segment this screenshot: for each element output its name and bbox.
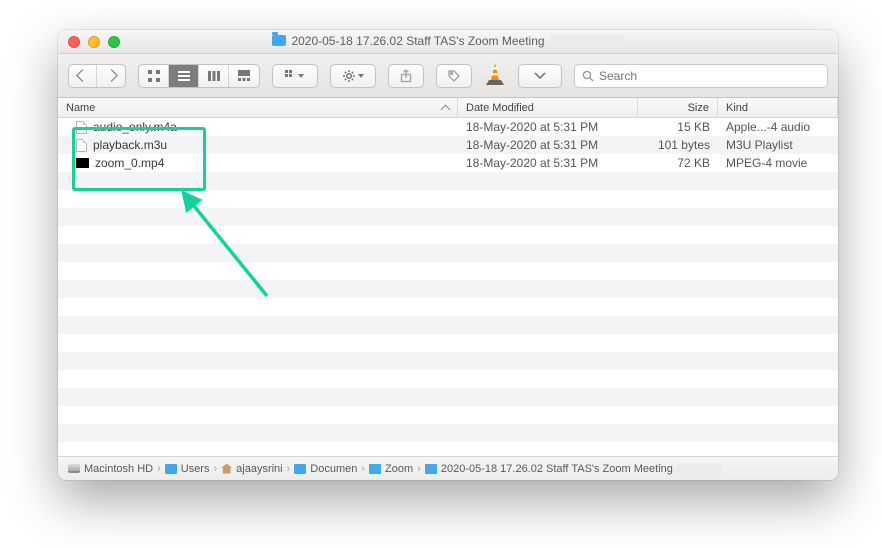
file-name: audio_only.m4a xyxy=(93,120,177,134)
column-name-header[interactable]: Name xyxy=(58,98,458,117)
audio-file-icon xyxy=(76,121,87,134)
empty-stripes xyxy=(58,172,838,456)
finder-window: 2020-05-18 17.26.02 Staff TAS's Zoom Mee… xyxy=(58,30,838,480)
search-field[interactable] xyxy=(574,64,828,88)
folder-icon xyxy=(425,464,437,474)
nav-back-forward xyxy=(68,64,126,88)
share-button[interactable] xyxy=(388,64,424,88)
dropdown-button[interactable] xyxy=(518,64,562,88)
folder-icon xyxy=(165,464,177,474)
file-row[interactable]: playback.m3u 18-May-2020 at 5:31 PM 101 … xyxy=(58,136,838,154)
home-icon xyxy=(221,464,232,474)
file-list[interactable]: audio_only.m4a 18-May-2020 at 5:31 PM 15… xyxy=(58,118,838,456)
file-date: 18-May-2020 at 5:31 PM xyxy=(458,138,638,152)
file-size: 72 KB xyxy=(638,156,718,170)
icon-view-button[interactable] xyxy=(139,65,169,87)
file-row[interactable]: audio_only.m4a 18-May-2020 at 5:31 PM 15… xyxy=(58,118,838,136)
back-button[interactable] xyxy=(69,65,97,87)
forward-button[interactable] xyxy=(97,65,125,87)
folder-icon xyxy=(369,464,381,474)
path-item-documents[interactable]: Documen xyxy=(294,463,357,475)
disk-icon xyxy=(68,464,80,473)
titlebar: 2020-05-18 17.26.02 Staff TAS's Zoom Mee… xyxy=(58,30,838,54)
window-title: 2020-05-18 17.26.02 Staff TAS's Zoom Mee… xyxy=(291,34,544,48)
sort-ascending-icon xyxy=(441,105,451,115)
file-kind: Apple...-4 audio xyxy=(718,120,838,134)
file-date: 18-May-2020 at 5:31 PM xyxy=(458,120,638,134)
column-view-button[interactable] xyxy=(199,65,229,87)
path-item-disk[interactable]: Macintosh HD xyxy=(68,463,153,475)
column-kind-header[interactable]: Kind xyxy=(718,98,838,117)
gallery-view-button[interactable] xyxy=(229,65,259,87)
close-window-button[interactable] xyxy=(68,36,80,48)
folder-icon xyxy=(294,464,306,474)
file-size: 15 KB xyxy=(638,120,718,134)
file-row[interactable]: zoom_0.mp4 18-May-2020 at 5:31 PM 72 KB … xyxy=(58,154,838,172)
minimize-window-button[interactable] xyxy=(88,36,100,48)
redacted-region xyxy=(550,34,624,48)
file-name: zoom_0.mp4 xyxy=(95,156,164,170)
path-item-home[interactable]: ajaaysrini xyxy=(221,463,282,475)
vlc-icon xyxy=(484,61,506,90)
path-bar: Macintosh HD › Users › ajaaysrini › Docu… xyxy=(58,456,838,480)
file-date: 18-May-2020 at 5:31 PM xyxy=(458,156,638,170)
tags-button[interactable] xyxy=(436,64,472,88)
arrange-button[interactable] xyxy=(272,64,318,88)
file-kind: MPEG-4 movie xyxy=(718,156,838,170)
column-headers: Name Date Modified Size Kind xyxy=(58,98,838,118)
toolbar xyxy=(58,54,838,98)
playlist-file-icon xyxy=(76,139,87,152)
search-input[interactable] xyxy=(599,69,820,83)
view-mode-segmented xyxy=(138,64,260,88)
action-button[interactable] xyxy=(330,64,376,88)
path-item-zoom[interactable]: Zoom xyxy=(369,463,413,475)
search-icon xyxy=(582,70,594,82)
column-date-header[interactable]: Date Modified xyxy=(458,98,638,117)
folder-icon xyxy=(272,35,286,46)
file-kind: M3U Playlist xyxy=(718,138,838,152)
path-item-users[interactable]: Users xyxy=(165,463,210,475)
path-item-current[interactable]: 2020-05-18 17.26.02 Staff TAS's Zoom Mee… xyxy=(425,463,673,475)
column-size-header[interactable]: Size xyxy=(638,98,718,117)
file-name: playback.m3u xyxy=(93,138,167,152)
list-view-button[interactable] xyxy=(169,65,199,87)
file-size: 101 bytes xyxy=(638,138,718,152)
video-file-icon xyxy=(76,158,89,168)
redacted-region xyxy=(677,463,723,474)
fullscreen-window-button[interactable] xyxy=(108,36,120,48)
